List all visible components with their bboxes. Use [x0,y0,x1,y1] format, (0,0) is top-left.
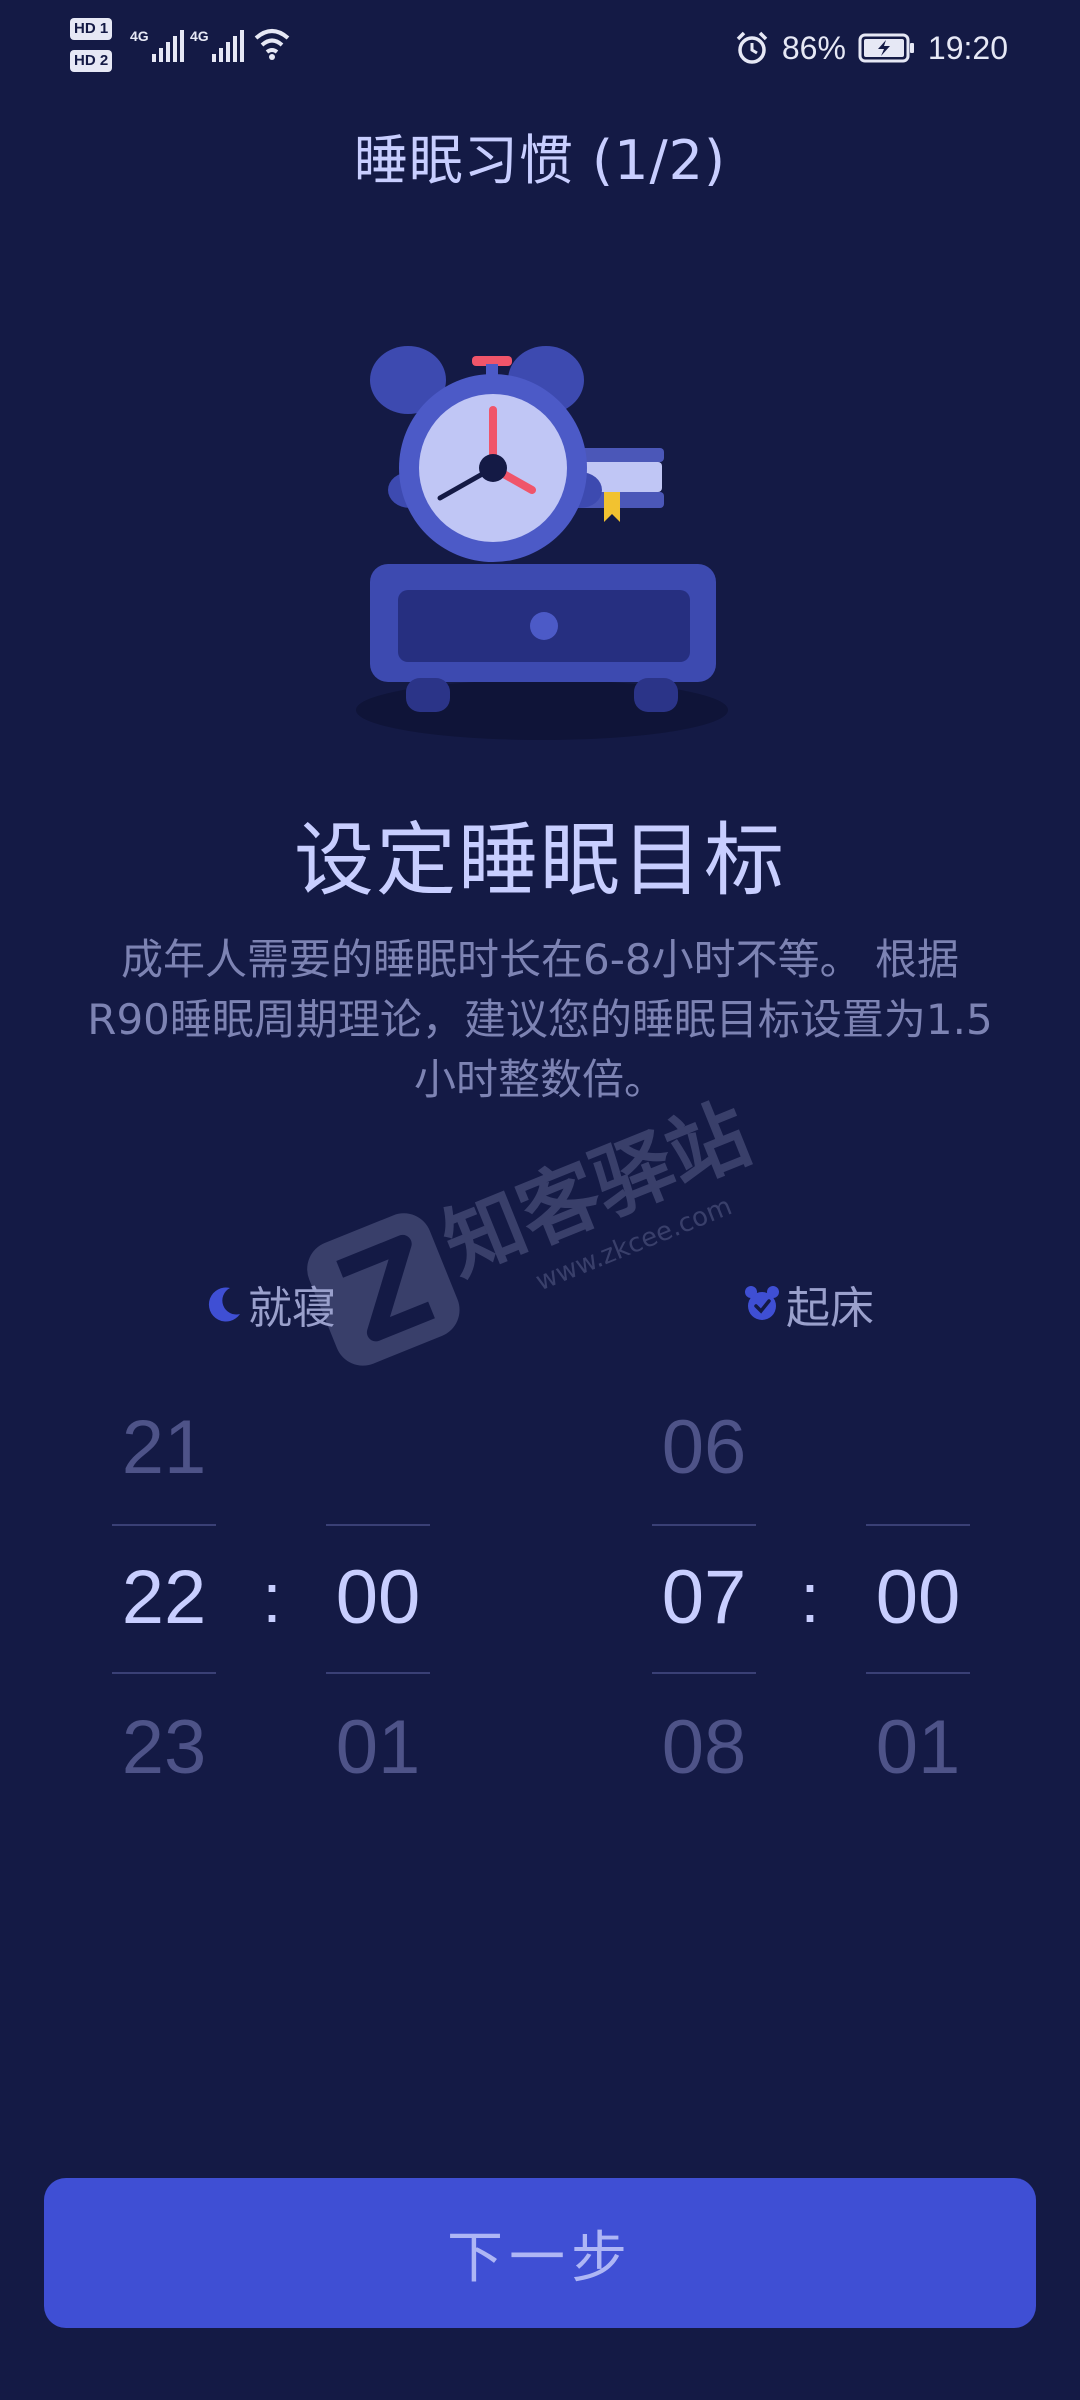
moon-icon [208,1287,240,1322]
picker-next-value[interactable]: 23 [112,1698,216,1798]
picker-prev-value[interactable] [866,1398,970,1498]
picker-next-value[interactable]: 08 [652,1698,756,1798]
picker-divider [112,1672,216,1674]
watermark-url: www.zkcee.com [532,1191,737,1297]
wifi-icon [254,29,290,60]
wake-separator: : [800,1559,820,1637]
picker-current-value[interactable]: 07 [652,1548,756,1648]
picker-current-value[interactable]: 00 [326,1548,430,1648]
picker-prev-value[interactable] [326,1398,430,1498]
picker-divider [866,1524,970,1526]
sim1-badge: HD 1 [70,18,113,40]
sleep-habit-screen: HD 1 HD 2 4G 4G 86% 19:20 睡眠习惯 (1/2) 设定睡… [0,0,1080,2400]
bedtime-hour-picker[interactable]: 21 22 23 [112,1398,216,1798]
wake-minute-picker[interactable]: 00 01 [866,1398,970,1798]
sim2-badge: HD 2 [70,50,113,72]
wake-label: 起床 [742,1276,874,1334]
picker-next-value[interactable]: 01 [326,1698,430,1798]
sim-indicators: HD 1 HD 2 [70,16,122,74]
network-type-2: 4G [190,28,209,44]
picker-current-value[interactable]: 22 [112,1548,216,1648]
picker-prev-value[interactable]: 21 [112,1398,216,1498]
bedtime-label-text: 就寝 [248,1283,336,1334]
picker-divider [652,1672,756,1674]
bedtime-separator: : [262,1559,282,1637]
signal-icon: 4G [130,24,184,64]
alarm-clock-illustration [356,346,728,740]
signal-icon-2: 4G [190,24,244,64]
picker-divider [326,1672,430,1674]
picker-current-value[interactable]: 00 [866,1548,970,1648]
battery-percent: 86% [781,29,846,66]
picker-divider [866,1672,970,1674]
next-step-button[interactable]: 下一步 [44,2178,1036,2328]
picker-next-value[interactable]: 01 [866,1698,970,1798]
picker-prev-value[interactable]: 06 [652,1398,756,1498]
battery-charging-icon [858,33,914,63]
wake-hour-picker[interactable]: 06 07 08 [652,1398,756,1798]
page-title: 睡眠习惯 (1/2) [353,129,727,192]
status-right: 86% 19:20 [734,20,1008,76]
alarm-clock-icon [745,1286,779,1320]
picker-divider [112,1524,216,1526]
clock-time: 19:20 [927,29,1008,66]
bedtime-label: 就寝 [204,1276,336,1334]
network-type-1: 4G [130,28,149,44]
picker-divider [652,1524,756,1526]
status-bar: HD 1 HD 2 4G 4G 86% 19:20 [0,0,1080,96]
watermark-text: 知客驿站 [431,1087,763,1293]
picker-divider [326,1524,430,1526]
headline: 设定睡眠目标 [294,814,786,907]
bedtime-minute-picker[interactable]: 00 01 [326,1398,430,1798]
alarm-icon [736,31,768,64]
wake-label-text: 起床 [786,1283,874,1334]
description: 成年人需要的睡眠时长在6-8小时不等。 根据R90睡眠周期理论，建议您的睡眠目标… [87,935,993,1104]
